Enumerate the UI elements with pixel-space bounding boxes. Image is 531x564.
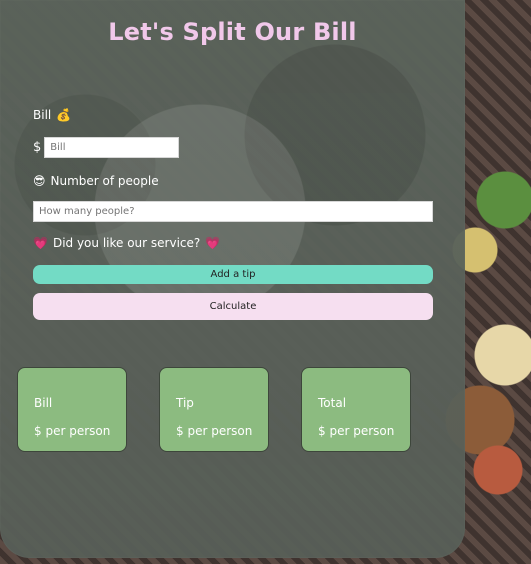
people-label: Number of people [50, 174, 159, 188]
bill-label-row: Bill 💰 [33, 108, 71, 122]
service-label: Did you like our service? [52, 236, 201, 250]
people-label-row: 😎 Number of people [33, 174, 159, 188]
total-result-card: Total $ per person [301, 367, 411, 452]
tip-result-value: $ per person [176, 424, 253, 438]
money-bag-icon: 💰 [56, 108, 72, 122]
sunglasses-face-icon: 😎 [33, 174, 46, 188]
total-result-value: $ per person [318, 424, 395, 438]
heart-icon: 💗 [33, 236, 48, 250]
total-result-title: Total [318, 396, 347, 410]
heart-icon: 💗 [205, 236, 221, 250]
people-input[interactable] [33, 201, 433, 222]
add-tip-button[interactable]: Add a tip [33, 265, 433, 284]
tip-result-title: Tip [176, 396, 194, 410]
bill-label: Bill [33, 108, 52, 122]
service-label-row: 💗 Did you like our service? 💗 [33, 236, 220, 250]
currency-symbol: $ [33, 140, 42, 155]
bill-result-value: $ per person [34, 424, 111, 438]
tip-result-card: Tip $ per person [159, 367, 269, 452]
bill-result-card: Bill $ per person [17, 367, 127, 452]
bill-split-panel: Let's Split Our Bill Bill 💰 $ 😎 Number o… [0, 0, 465, 558]
bill-input[interactable] [44, 137, 180, 158]
bill-result-title: Bill [34, 396, 53, 410]
bill-input-row: $ [33, 137, 180, 158]
calculate-button[interactable]: Calculate [33, 293, 433, 320]
page-title: Let's Split Our Bill [108, 18, 357, 46]
